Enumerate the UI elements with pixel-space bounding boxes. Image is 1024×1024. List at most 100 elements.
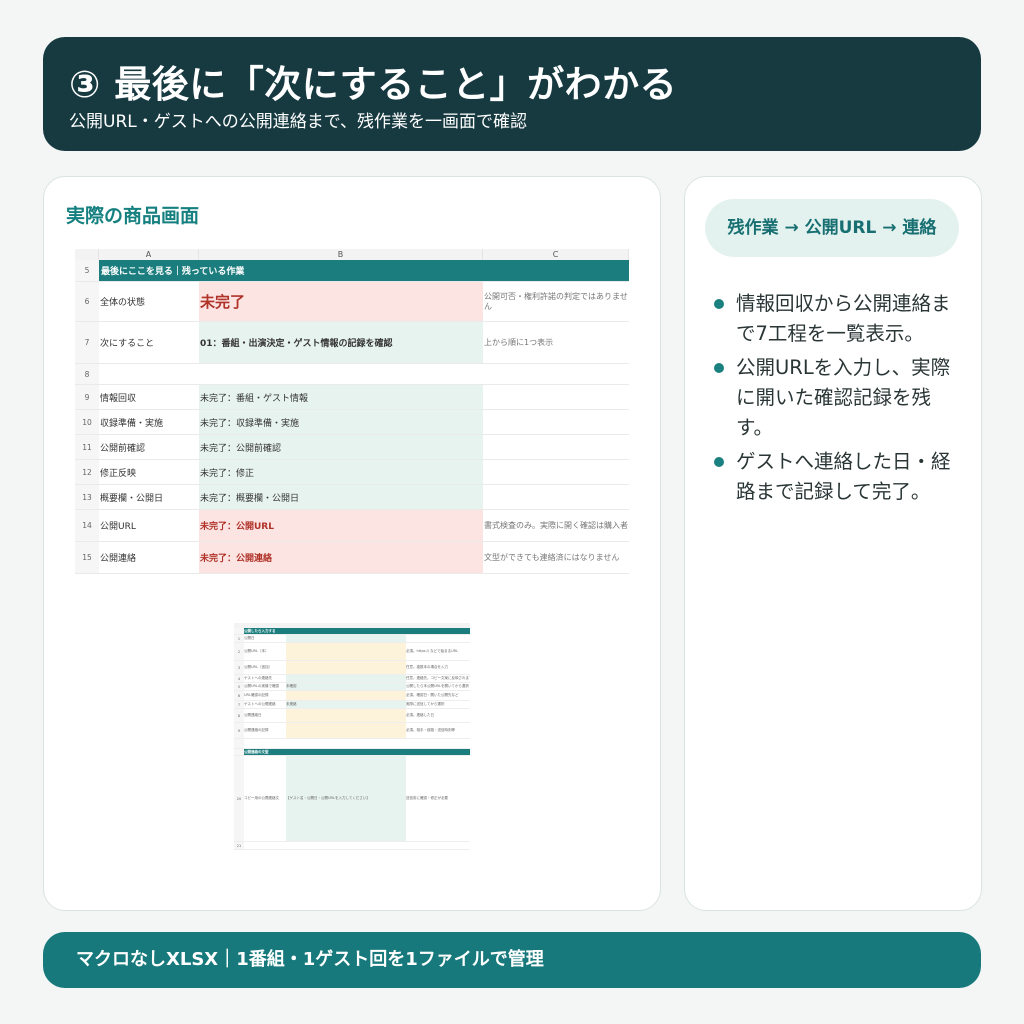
bullet-dot-icon xyxy=(714,299,724,309)
cell-label: 修正反映 xyxy=(100,468,137,479)
cell-status: 未完了：概要欄・公開日 xyxy=(199,485,483,509)
mini-cell xyxy=(406,635,470,642)
mini-cell xyxy=(286,675,406,682)
mini-row: 9 公開連絡の記録 必須。相手・経路・送信時刻等 xyxy=(234,723,470,739)
footer-banner: マクロなしXLSX｜1番組・1ゲスト回を1ファイルで管理 xyxy=(43,932,981,988)
mini-cell: 公開URLの実機で確認 xyxy=(244,684,279,688)
row-number: 6 xyxy=(75,282,99,321)
bullet-dot-icon xyxy=(714,363,724,373)
cell-note xyxy=(483,364,629,384)
cell-status xyxy=(199,364,483,384)
mini-cell: 6 xyxy=(234,691,244,700)
mini-cell: 8 xyxy=(234,709,244,722)
cell-note xyxy=(483,435,629,459)
table-row: 13 概要欄・公開日 未完了：概要欄・公開日 xyxy=(75,485,629,510)
column-header-row: A B C xyxy=(75,249,629,260)
cell-status: 01：番組・出演決定・ゲスト情報の記録を確認 xyxy=(199,322,483,363)
mini-row: 1 公開日 xyxy=(234,635,470,643)
row-number: 9 xyxy=(75,385,99,409)
mini-cell: 実際に送信してから選択 xyxy=(406,702,445,706)
mini-row: 6 URL確認の記録 必須。確認日・開いた公開先など xyxy=(234,691,470,701)
page-title: ③ 最後に「次にすること」がわかる xyxy=(69,63,678,106)
cell-status: 未完了 xyxy=(199,282,483,321)
feature-text: 公開URLを入力し、実際に開いた確認記録を残す。 xyxy=(736,356,951,439)
cell-label: 収録準備・実施 xyxy=(100,418,164,429)
section-title: 最後にここを見る｜残っている作業 xyxy=(99,260,629,281)
mini-cell: 7 xyxy=(234,701,244,708)
cell-status: 未完了：修正 xyxy=(199,460,483,484)
mini-blank-row xyxy=(234,739,470,749)
table-row: 6 全体の状態 未完了 公開可否・権利許諾の判定ではありません xyxy=(75,282,629,322)
mini-cell xyxy=(286,661,406,674)
spreadsheet-preview: A B C 5 最後にここを見る｜残っている作業 6 全体の状態 未完了 公開可否・権… xyxy=(75,249,629,574)
cell-note xyxy=(483,485,629,509)
mini-section-title-2: 公開連絡の文型 xyxy=(244,749,470,755)
mini-cell: 任意。連絡先。コピー文案に反映されます xyxy=(406,676,470,680)
header-banner: ③ 最後に「次にすること」がわかる 公開URL・ゲストへの公開連絡まで、残作業を… xyxy=(43,37,981,151)
product-screen-card: 実際の商品画面 A B C 5 最後にここを見る｜残っている作業 6 全体の状態未… xyxy=(43,176,661,911)
mini-cell: ゲストへの公開連絡 xyxy=(244,702,276,706)
feature-item: ゲストへ連絡した日・経路まで記録して完了。 xyxy=(711,447,961,507)
row-number: 8 xyxy=(75,364,99,384)
cell-note xyxy=(483,385,629,409)
page-subtitle: 公開URL・ゲストへの公開連絡まで、残作業を一画面で確認 xyxy=(69,112,528,132)
mini-cell: 公開したら本公開URLを開いてから選択 xyxy=(406,684,469,688)
cell-label xyxy=(99,364,199,384)
mini-section-row-2: 公開連絡の文型 xyxy=(234,749,470,756)
column-header-a: A xyxy=(99,249,199,260)
mini-cell: 公開URL（追加） xyxy=(244,665,272,669)
mini-cell: 公開連絡の記録 xyxy=(244,728,269,732)
table-row: 9 情報回収 未完了：番組・ゲスト情報 xyxy=(75,385,629,410)
mini-row: 8 公開連絡日 必須。連絡した日 xyxy=(234,709,470,723)
cell-status: 未完了：公開URL xyxy=(199,510,483,541)
mini-row: 5 公開URLの実機で確認 未確認 公開したら本公開URLを開いてから選択 xyxy=(234,683,470,691)
mini-cell xyxy=(286,691,406,700)
mini-cell: 未連絡 xyxy=(286,701,406,708)
cell-label: 次にすること xyxy=(100,339,155,349)
table-row: 10 収録準備・実施 未完了：収録準備・実施 xyxy=(75,410,629,435)
mini-cell: 9 xyxy=(234,723,244,738)
table-row: 14 公開URL 未完了：公開URL 書式検査のみ。実際に開く確認は購入者 xyxy=(75,510,629,542)
mini-cell: 4 xyxy=(234,675,244,682)
bullet-dot-icon xyxy=(714,457,724,467)
mini-cell: 必須。https:// などで始まるURL xyxy=(406,649,459,653)
row-number: 11 xyxy=(75,435,99,459)
sheet-rows: 6 全体の状態 未完了 公開可否・権利許諾の判定ではありません 7 次にすること 01：番組… xyxy=(75,282,629,574)
mini-cell: 3 xyxy=(234,661,244,674)
cell-label: 公開URL xyxy=(100,522,136,532)
cell-note: 書式検査のみ。実際に開く確認は購入者 xyxy=(484,520,628,530)
mini-cell: URL確認の記録 xyxy=(244,693,269,697)
mini-section-row: 公開したら入力する xyxy=(234,628,470,635)
mini-cell: 公開日 xyxy=(244,636,255,640)
cell-label: 公開連絡 xyxy=(100,554,137,564)
mini-cell: 未確認 xyxy=(286,683,406,690)
feature-item: 公開URLを入力し、実際に開いた確認記録を残す。 xyxy=(711,353,961,443)
mini-end-row: 21 xyxy=(234,842,470,850)
mini-cell xyxy=(286,723,406,738)
mini-row: 7 ゲストへの公開連絡 未連絡 実際に送信してから選択 xyxy=(234,701,470,709)
feature-text: ゲストへ連絡した日・経路まで記録して完了。 xyxy=(736,450,951,503)
table-row: 7 次にすること 01：番組・出演決定・ゲスト情報の記録を確認 上から順に1つ表示 xyxy=(75,322,629,364)
cell-status: 未完了：収録準備・実施 xyxy=(199,410,483,434)
cell-label: 概要欄・公開日 xyxy=(100,493,164,504)
row-number: 10 xyxy=(75,410,99,434)
column-header-b: B xyxy=(199,249,483,260)
row-number: 13 xyxy=(75,485,99,509)
table-row: 15 公開連絡 未完了：公開連絡 文型ができても連絡済にはなりません xyxy=(75,542,629,574)
row-number: 15 xyxy=(75,542,99,573)
mini-row: 2 公開URL（本） 必須。https:// などで始まるURL xyxy=(234,643,470,661)
feature-list: 情報回収から公開連絡まで7工程を一覧表示。 公開URLを入力し、実際に開いた確認… xyxy=(711,289,961,511)
cell-status: 未完了：公開前確認 xyxy=(199,435,483,459)
mini-cell: 1 xyxy=(234,635,244,642)
cell-note xyxy=(483,410,629,434)
table-row: 11 公開前確認 未完了：公開前確認 xyxy=(75,435,629,460)
card-title: 実際の商品画面 xyxy=(66,205,200,227)
table-row: 12 修正反映 未完了：修正 xyxy=(75,460,629,485)
cell-note: 文型ができても連絡済にはなりません xyxy=(484,552,620,562)
mini-rows: 1 公開日 2 公開URL（本） 必須。https:// などで始まるURL 3 公開URL… xyxy=(234,635,470,739)
cell-label: 全体の状態 xyxy=(100,298,146,308)
cell-status: 未完了：番組・ゲスト情報 xyxy=(199,385,483,409)
mini-row: 4 ゲストへの連絡先 任意。連絡先。コピー文案に反映されます xyxy=(234,675,470,683)
cell-note: 上から順に1つ表示 xyxy=(484,337,554,347)
flow-pill: 残作業 → 公開URL → 連絡 xyxy=(705,199,959,257)
